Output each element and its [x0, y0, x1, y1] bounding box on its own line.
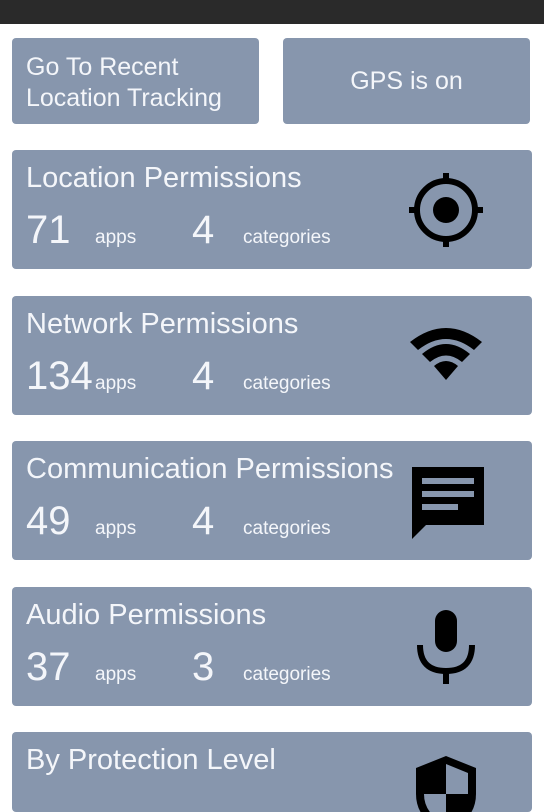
- recent-button-label-line2: Location Tracking: [26, 84, 222, 112]
- gps-status-button[interactable]: GPS is on: [283, 38, 530, 124]
- gps-status-label: GPS is on: [350, 66, 463, 95]
- categories-label: categories: [243, 227, 331, 248]
- recent-button-label-line1: Go To Recent: [26, 53, 179, 81]
- card-title: Location Permissions: [26, 162, 302, 194]
- apps-count: 71: [26, 208, 71, 252]
- apps-count: 49: [26, 499, 71, 543]
- apps-label: apps: [95, 664, 137, 685]
- card-title: By Protection Level: [26, 744, 276, 776]
- network-permissions-card[interactable]: Network Permissions 134 apps 4 categorie…: [12, 296, 532, 415]
- categories-count: 4: [192, 208, 215, 252]
- categories-label: categories: [243, 518, 331, 539]
- categories-count: 4: [192, 354, 215, 398]
- apps-label: apps: [95, 518, 137, 539]
- categories-label: categories: [243, 373, 331, 394]
- status-bar: [0, 0, 544, 24]
- location-permissions-card[interactable]: Location Permissions 71 apps 4 categorie…: [12, 150, 532, 269]
- categories-count: 3: [192, 645, 215, 689]
- gps-target-icon: [409, 173, 483, 247]
- card-title: Communication Permissions: [26, 453, 394, 485]
- wifi-icon: [410, 328, 482, 380]
- categories-count: 4: [192, 499, 215, 543]
- apps-label: apps: [95, 373, 137, 394]
- recent-location-tracking-button[interactable]: Go To Recent Location Tracking: [12, 38, 259, 124]
- apps-label: apps: [95, 227, 137, 248]
- message-icon: [412, 467, 484, 539]
- shield-icon: [416, 756, 476, 812]
- communication-permissions-card[interactable]: Communication Permissions 49 apps 4 cate…: [12, 441, 532, 560]
- card-title: Audio Permissions: [26, 599, 267, 631]
- categories-label: categories: [243, 664, 331, 685]
- card-title: Network Permissions: [26, 308, 299, 340]
- audio-permissions-card[interactable]: Audio Permissions 37 apps 3 categories: [12, 587, 532, 706]
- apps-count: 134: [26, 354, 93, 398]
- microphone-icon: [417, 610, 475, 684]
- protection-level-card[interactable]: By Protection Level: [12, 732, 532, 812]
- apps-count: 37: [26, 645, 71, 689]
